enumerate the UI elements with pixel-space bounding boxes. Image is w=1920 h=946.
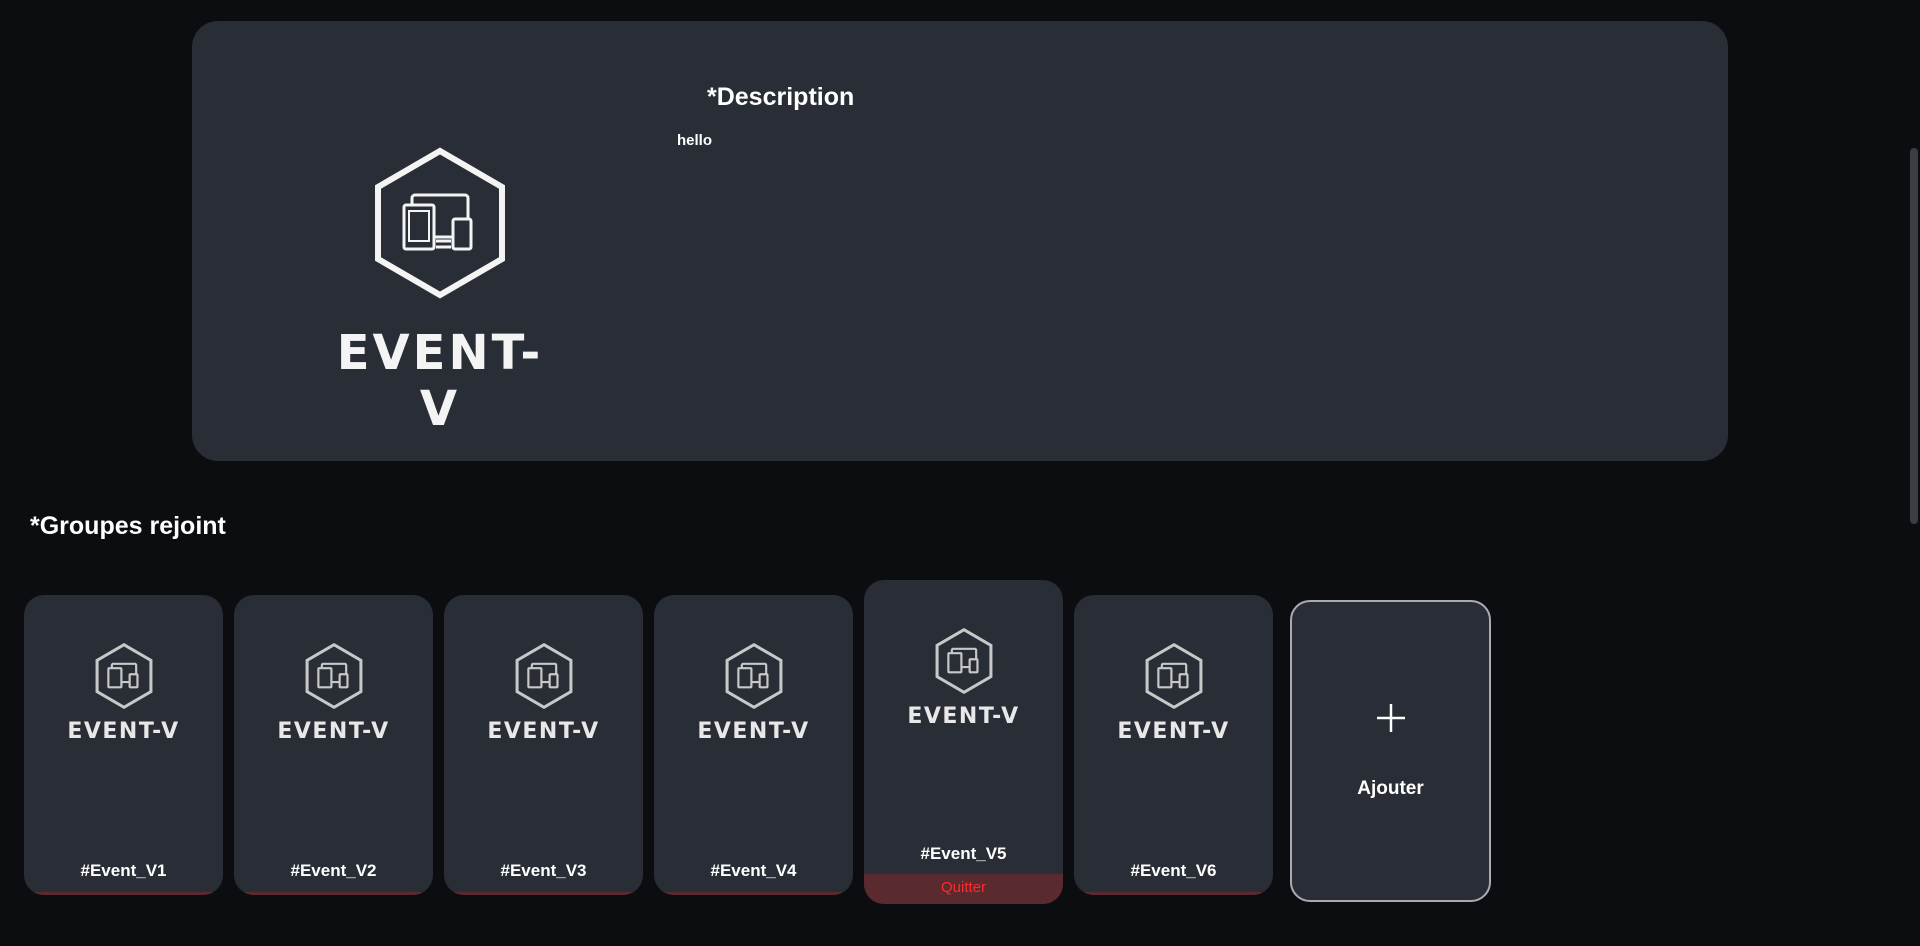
description-heading: *Description <box>707 83 855 111</box>
group-card[interactable]: EVENT-V #Event_V1 <box>24 595 223 895</box>
event-v-logo: EVENT-V <box>24 643 223 744</box>
group-name: #Event_V5 <box>920 844 1007 863</box>
group-card[interactable]: EVENT-V #Event_V6 <box>1074 595 1273 895</box>
devices-hexagon-icon <box>305 643 362 709</box>
group-name: #Event_V6 <box>1130 861 1217 880</box>
group-card-hovered[interactable]: EVENT-V #Event_V5 Quitter <box>864 580 1063 904</box>
devices-hexagon-icon <box>935 628 992 694</box>
group-card[interactable]: EVENT-V #Event_V2 <box>234 595 433 895</box>
card-bottom-strip <box>444 892 643 895</box>
group-card[interactable]: EVENT-V #Event_V4 <box>654 595 853 895</box>
event-v-logo: EVENT-V <box>654 643 853 744</box>
card-bottom-strip <box>654 892 853 895</box>
scrollbar-thumb[interactable] <box>1910 148 1918 524</box>
card-bottom-strip <box>24 892 223 895</box>
add-group-button[interactable]: Ajouter <box>1290 600 1491 902</box>
vertical-scrollbar[interactable] <box>1906 0 1920 946</box>
logo-wordmark: EVENT-V <box>277 719 390 744</box>
devices-hexagon-icon <box>725 643 782 709</box>
event-v-logo: EVENT-V <box>444 643 643 744</box>
description-text: hello <box>677 132 713 149</box>
group-card[interactable]: EVENT-V #Event_V3 <box>444 595 643 895</box>
logo-wordmark: EVENT-V <box>907 704 1020 729</box>
logo-wordmark: EVENT-V <box>697 719 810 744</box>
event-v-logo: EVENT-V <box>864 628 1063 729</box>
quit-group-button[interactable]: Quitter <box>864 874 1063 904</box>
devices-hexagon-icon <box>515 643 572 709</box>
logo-wordmark: EVENT-V <box>336 325 544 437</box>
group-name: #Event_V4 <box>710 861 797 880</box>
add-group-label: Ajouter <box>1357 778 1424 799</box>
plus-icon <box>1292 702 1489 734</box>
devices-hexagon-icon <box>375 147 505 299</box>
devices-hexagon-icon <box>95 643 152 709</box>
group-header-panel: EVENT-V *Description hello <box>192 21 1728 461</box>
group-name: #Event_V3 <box>500 861 587 880</box>
logo-wordmark: EVENT-V <box>487 719 600 744</box>
card-bottom-strip <box>1074 892 1273 895</box>
joined-groups-heading: *Groupes rejoint <box>30 512 226 540</box>
logo-wordmark: EVENT-V <box>1117 719 1230 744</box>
event-v-logo: EVENT-V <box>320 147 560 437</box>
card-bottom-strip <box>234 892 433 895</box>
event-v-logo: EVENT-V <box>234 643 433 744</box>
event-v-logo: EVENT-V <box>1074 643 1273 744</box>
logo-wordmark: EVENT-V <box>67 719 180 744</box>
group-name: #Event_V2 <box>290 861 377 880</box>
group-name: #Event_V1 <box>80 861 167 880</box>
devices-hexagon-icon <box>1145 643 1202 709</box>
